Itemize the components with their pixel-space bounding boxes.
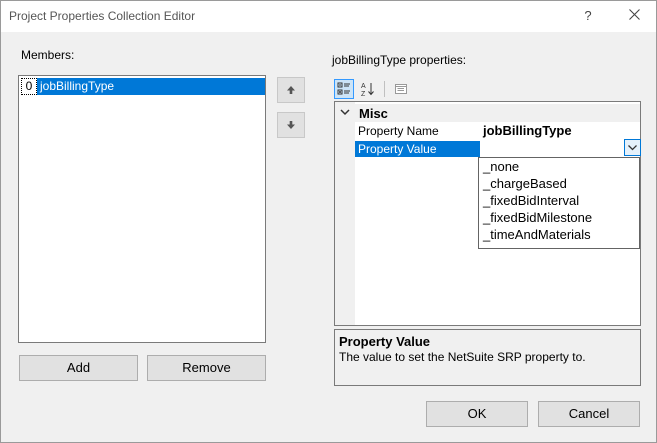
cancel-button[interactable]: Cancel bbox=[538, 401, 640, 427]
close-button[interactable] bbox=[619, 6, 649, 26]
value-editor[interactable] bbox=[480, 140, 640, 157]
category-row[interactable]: Misc bbox=[335, 104, 640, 122]
member-index: 0 bbox=[21, 78, 37, 95]
sort-alphabetical-icon: A Z bbox=[361, 83, 374, 97]
close-icon bbox=[628, 9, 640, 20]
collection-editor-dialog: Project Properties Collection Editor ? M… bbox=[0, 0, 657, 443]
property-pages-icon bbox=[395, 84, 407, 94]
dropdown-option[interactable]: _chargeBased bbox=[479, 175, 639, 192]
help-button[interactable]: ? bbox=[575, 6, 601, 26]
dropdown-option[interactable]: _fixedBidInterval bbox=[479, 192, 639, 209]
title-bar: Project Properties Collection Editor ? bbox=[1, 1, 656, 32]
property-name: Property Name bbox=[358, 124, 439, 138]
category-name: Misc bbox=[359, 106, 388, 121]
ok-button[interactable]: OK bbox=[426, 401, 528, 427]
dropdown-option[interactable]: _fixedBidMilestone bbox=[479, 209, 639, 226]
property-value: jobBillingType bbox=[483, 123, 572, 138]
arrow-down-icon bbox=[287, 121, 295, 129]
property-grid-toolbar: A Z bbox=[334, 78, 411, 100]
svg-text:A: A bbox=[361, 83, 366, 90]
move-up-button[interactable] bbox=[277, 77, 305, 103]
properties-label: jobBillingType properties: bbox=[332, 53, 467, 67]
alphabetical-button[interactable]: A Z bbox=[358, 79, 378, 99]
property-name: Property Value bbox=[355, 141, 481, 157]
categorized-icon bbox=[337, 82, 350, 95]
toolbar-separator bbox=[384, 81, 385, 97]
collapse-icon[interactable] bbox=[339, 106, 351, 118]
description-panel: Property Value The value to set the NetS… bbox=[334, 329, 641, 386]
property-row[interactable]: Property Name jobBillingType bbox=[355, 122, 640, 140]
members-label: Members: bbox=[21, 48, 75, 62]
grid-gutter bbox=[335, 102, 355, 325]
add-button[interactable]: Add bbox=[19, 355, 138, 381]
member-name: jobBillingType bbox=[37, 78, 265, 95]
move-down-button[interactable] bbox=[277, 112, 305, 138]
window-title: Project Properties Collection Editor bbox=[9, 9, 196, 23]
property-pages-button[interactable] bbox=[391, 79, 411, 99]
dropdown-option[interactable]: _none bbox=[479, 158, 639, 175]
arrow-up-icon bbox=[287, 86, 295, 94]
svg-text:Z: Z bbox=[361, 91, 366, 97]
description-title: Property Value bbox=[339, 334, 431, 349]
remove-button[interactable]: Remove bbox=[147, 355, 266, 381]
list-item[interactable]: 0 jobBillingType bbox=[21, 78, 265, 95]
members-list[interactable]: 0 jobBillingType bbox=[18, 75, 266, 343]
dropdown-option[interactable]: _timeAndMaterials bbox=[479, 226, 639, 243]
description-text: The value to set the NetSuite SRP proper… bbox=[339, 350, 586, 364]
dropdown-button[interactable] bbox=[624, 139, 641, 156]
chevron-down-icon bbox=[628, 144, 637, 150]
value-dropdown-list[interactable]: _none _chargeBased _fixedBidInterval _fi… bbox=[478, 157, 640, 249]
categorized-button[interactable] bbox=[334, 79, 354, 99]
